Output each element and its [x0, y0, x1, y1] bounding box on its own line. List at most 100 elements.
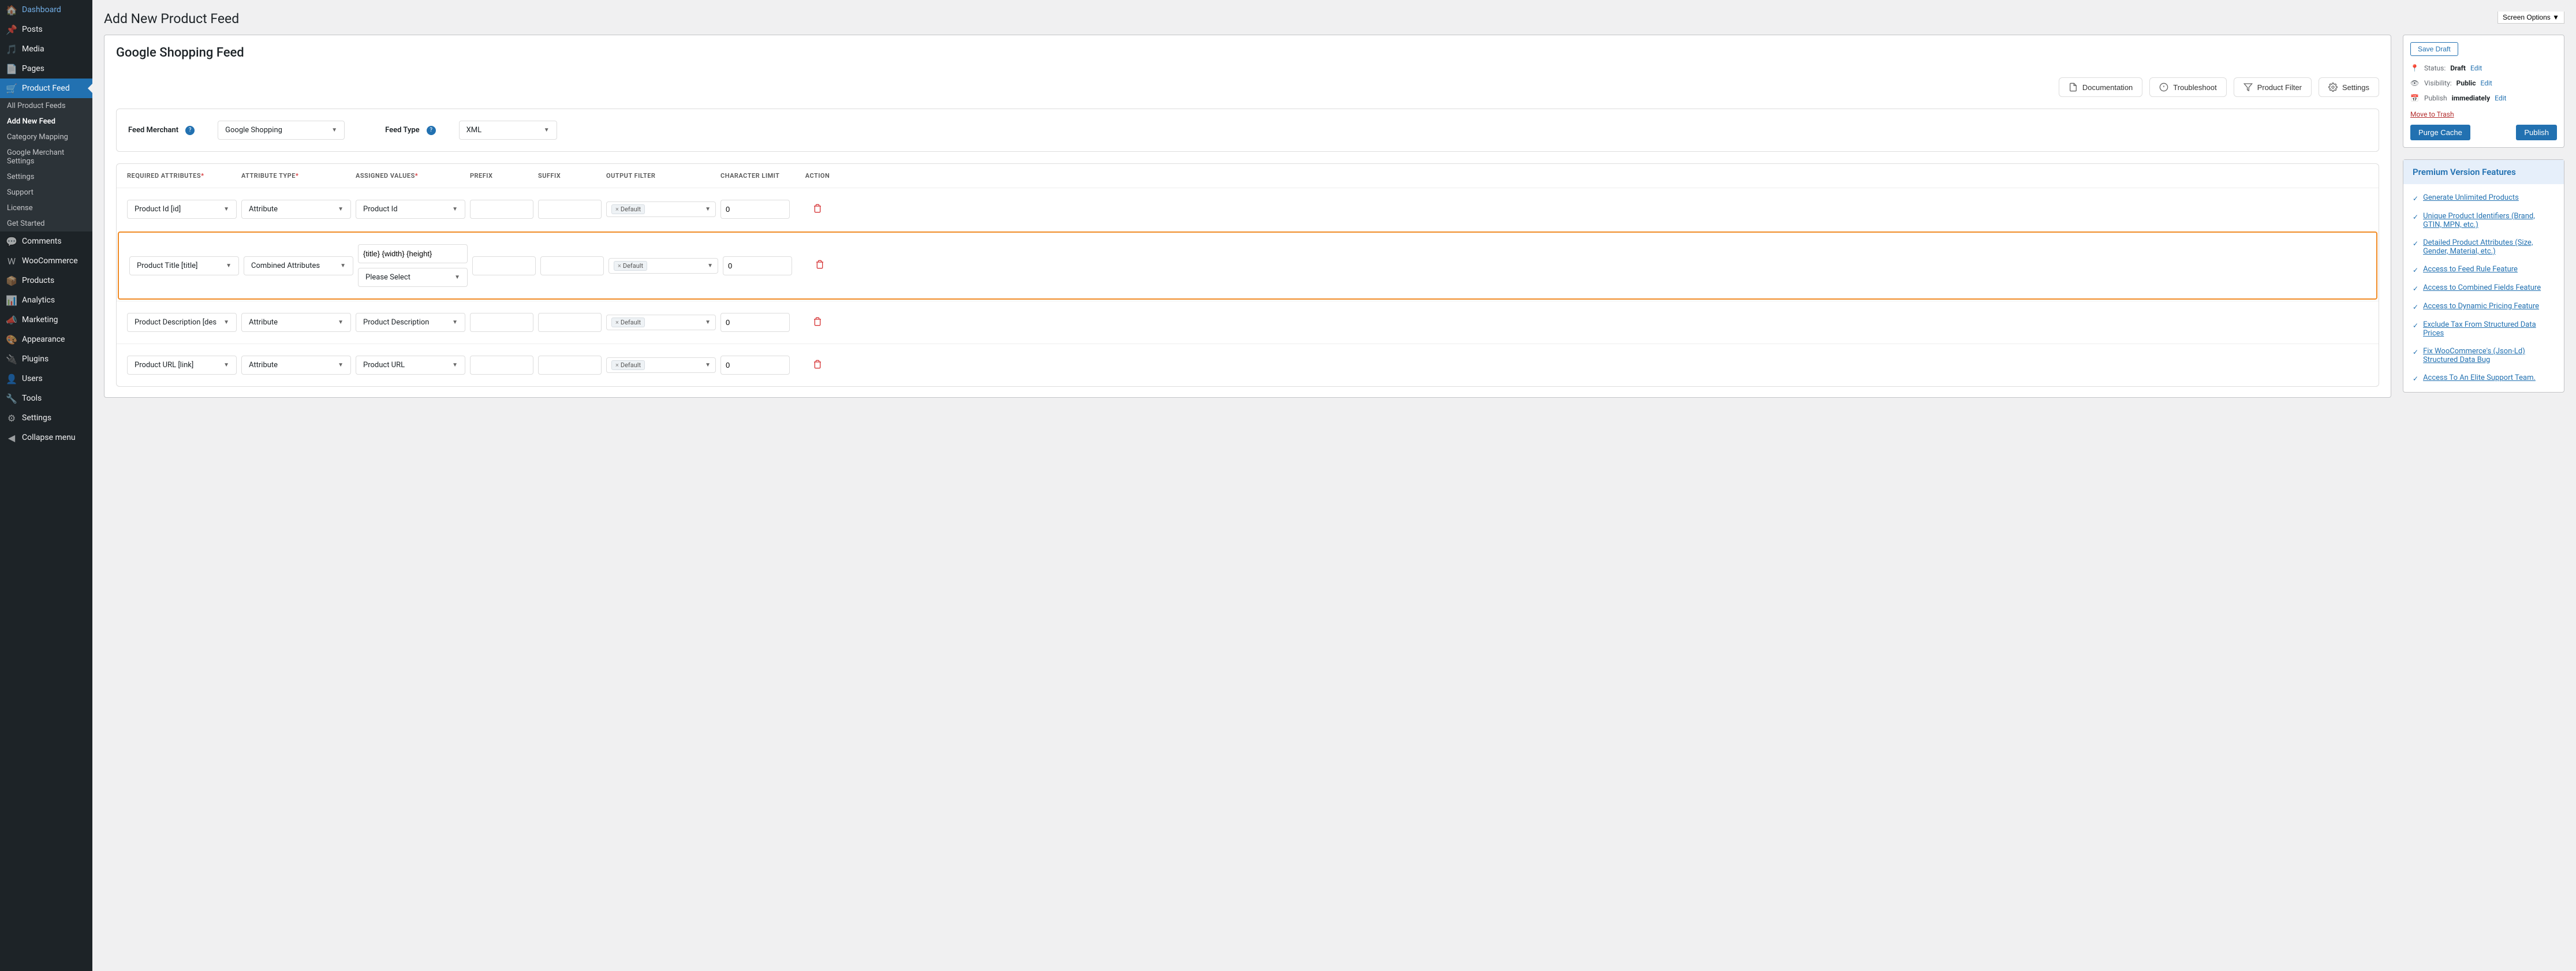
prefix-input[interactable] [472, 256, 536, 275]
prefix-input[interactable] [470, 356, 533, 375]
character-limit-input[interactable] [720, 356, 790, 375]
purge-cache-button[interactable]: Purge Cache [2410, 125, 2470, 140]
required-attribute-select[interactable]: Product Title [title]▼ [129, 256, 239, 275]
col-prefix: Prefix [470, 172, 533, 180]
sidebar-item-products[interactable]: 📦Products [0, 271, 92, 290]
attribute-type-select[interactable]: Combined Attributes▼ [244, 256, 353, 275]
assigned-value-select[interactable]: Product URL▼ [356, 356, 465, 375]
remove-tag-icon[interactable]: × [618, 262, 621, 270]
assigned-value-input[interactable] [358, 244, 468, 263]
premium-feature-link[interactable]: Unique Product Identifiers (Brand, GTIN,… [2423, 212, 2555, 229]
tool-icon: 🔧 [6, 393, 17, 404]
suffix-input[interactable] [538, 356, 602, 375]
feed-merchant-label: Feed Merchant [128, 126, 178, 135]
sidebar-item-tools[interactable]: 🔧Tools [0, 389, 92, 408]
premium-feature-item: ✓Access to Feed Rule Feature [2413, 260, 2555, 279]
delete-row-button[interactable] [794, 317, 841, 328]
sidebar-item-product-feed[interactable]: 🛒Product Feed [0, 79, 92, 98]
edit-status-link[interactable]: Edit [2470, 64, 2482, 72]
suffix-input[interactable] [540, 256, 604, 275]
sidebar-item-pages[interactable]: 📄Pages [0, 59, 92, 79]
remove-tag-icon[interactable]: × [615, 319, 619, 326]
check-icon: ✓ [2413, 285, 2418, 293]
attribute-type-select[interactable]: Attribute▼ [241, 313, 351, 332]
sidebar-item-media[interactable]: 🎵Media [0, 39, 92, 59]
suffix-input[interactable] [538, 313, 602, 332]
feed-title-panel: Google Shopping Feed Documentation Troub… [104, 35, 2391, 398]
sidebar-item-posts[interactable]: 📌Posts [0, 20, 92, 39]
feed-type-select[interactable]: XML▼ [459, 121, 557, 140]
character-limit-input[interactable] [720, 313, 790, 332]
feed-merchant-select[interactable]: Google Shopping▼ [218, 121, 345, 140]
sidebar-subitem[interactable]: Google Merchant Settings [0, 145, 92, 169]
edit-publish-link[interactable]: Edit [2495, 94, 2506, 102]
remove-tag-icon[interactable]: × [615, 206, 619, 213]
premium-feature-link[interactable]: Access to Combined Fields Feature [2423, 283, 2541, 293]
premium-feature-item: ✓Exclude Tax From Structured Data Prices [2413, 316, 2555, 342]
sidebar-subitem[interactable]: All Product Feeds [0, 98, 92, 114]
delete-row-button[interactable] [794, 360, 841, 371]
sidebar-item-appearance[interactable]: 🎨Appearance [0, 330, 92, 349]
sidebar-subitem[interactable]: Get Started [0, 216, 92, 231]
suffix-input[interactable] [538, 200, 602, 219]
troubleshoot-button[interactable]: Troubleshoot [2149, 77, 2226, 97]
sidebar-item-woocommerce[interactable]: WWooCommerce [0, 251, 92, 271]
output-filter-select[interactable]: ×Default▼ [606, 357, 716, 373]
delete-row-button[interactable] [797, 260, 843, 271]
character-limit-input[interactable] [720, 200, 790, 219]
remove-tag-icon[interactable]: × [615, 361, 619, 369]
sidebar-item-collapse[interactable]: ◀Collapse menu [0, 428, 92, 447]
premium-feature-link[interactable]: Access to Feed Rule Feature [2423, 265, 2518, 274]
output-filter-select[interactable]: ×Default▼ [608, 258, 718, 274]
sidebar-item-analytics[interactable]: 📊Analytics [0, 290, 92, 310]
sidebar-item-comments[interactable]: 💬Comments [0, 231, 92, 251]
attribute-type-select[interactable]: Attribute▼ [241, 200, 351, 219]
premium-feature-link[interactable]: Fix WooCommerce's (Json-Ld) Structured D… [2423, 347, 2555, 364]
output-filter-select[interactable]: ×Default▼ [606, 315, 716, 330]
premium-feature-item: ✓Detailed Product Attributes (Size, Gend… [2413, 234, 2555, 260]
settings-button[interactable]: Settings [2319, 77, 2379, 97]
sidebar-subitem[interactable]: Support [0, 185, 92, 200]
save-draft-button[interactable]: Save Draft [2410, 42, 2458, 56]
assigned-value-select[interactable]: Product Id▼ [356, 200, 465, 219]
required-attribute-select[interactable]: Product Id [id]▼ [127, 200, 237, 219]
sidebar-subitem[interactable]: Settings [0, 169, 92, 185]
publish-button[interactable]: Publish [2516, 125, 2557, 140]
sidebar-item-users[interactable]: 👤Users [0, 369, 92, 389]
delete-row-button[interactable] [794, 204, 841, 215]
edit-visibility-link[interactable]: Edit [2480, 79, 2492, 87]
sidebar-item-plugins[interactable]: 🔌Plugins [0, 349, 92, 369]
col-attribute-type: Attribute Type [241, 172, 351, 180]
premium-feature-link[interactable]: Generate Unlimited Products [2423, 193, 2519, 203]
required-attribute-select[interactable]: Product Description [des▼ [127, 313, 237, 332]
required-attribute-select[interactable]: Product URL [link]▼ [127, 356, 237, 375]
screen-options-button[interactable]: Screen Options ▼ [2497, 12, 2564, 24]
output-filter-select[interactable]: ×Default▼ [606, 201, 716, 217]
product-filter-button[interactable]: Product Filter [2234, 77, 2312, 97]
premium-feature-link[interactable]: Exclude Tax From Structured Data Prices [2423, 320, 2555, 338]
publish-box: Save Draft 📍 Status: Draft Edit 👁 Visibi… [2403, 35, 2564, 148]
prefix-input[interactable] [470, 313, 533, 332]
attribute-type-select[interactable]: Attribute▼ [241, 356, 351, 375]
sidebar-item-marketing[interactable]: 📣Marketing [0, 310, 92, 330]
sidebar-subitem[interactable]: Category Mapping [0, 129, 92, 145]
assigned-value-select[interactable]: Product Description▼ [356, 313, 465, 332]
calendar-icon: 📅 [2410, 94, 2420, 102]
chevron-down-icon: ▼ [223, 362, 229, 368]
premium-feature-link[interactable]: Detailed Product Attributes (Size, Gende… [2423, 238, 2555, 256]
premium-feature-link[interactable]: Access to Dynamic Pricing Feature [2423, 302, 2539, 311]
help-icon[interactable]: ? [427, 126, 436, 135]
sidebar-subitem[interactable]: License [0, 200, 92, 216]
move-to-trash-link[interactable]: Move to Trash [2410, 110, 2454, 118]
please-select-dropdown[interactable]: Please Select▼ [358, 268, 468, 287]
sidebar-item-dashboard[interactable]: 🏠Dashboard [0, 0, 92, 20]
documentation-button[interactable]: Documentation [2059, 77, 2142, 97]
sidebar-item-settings[interactable]: ⚙Settings [0, 408, 92, 428]
premium-feature-link[interactable]: Access To An Elite Support Team. [2423, 374, 2536, 383]
help-icon[interactable]: ? [185, 126, 195, 135]
prefix-input[interactable] [470, 200, 533, 219]
sidebar-subitem[interactable]: Add New Feed [0, 114, 92, 129]
premium-title: Premium Version Features [2403, 160, 2564, 184]
feed-config-row: Feed Merchant ? Google Shopping▼ Feed Ty… [116, 109, 2379, 152]
character-limit-input[interactable] [723, 256, 792, 275]
